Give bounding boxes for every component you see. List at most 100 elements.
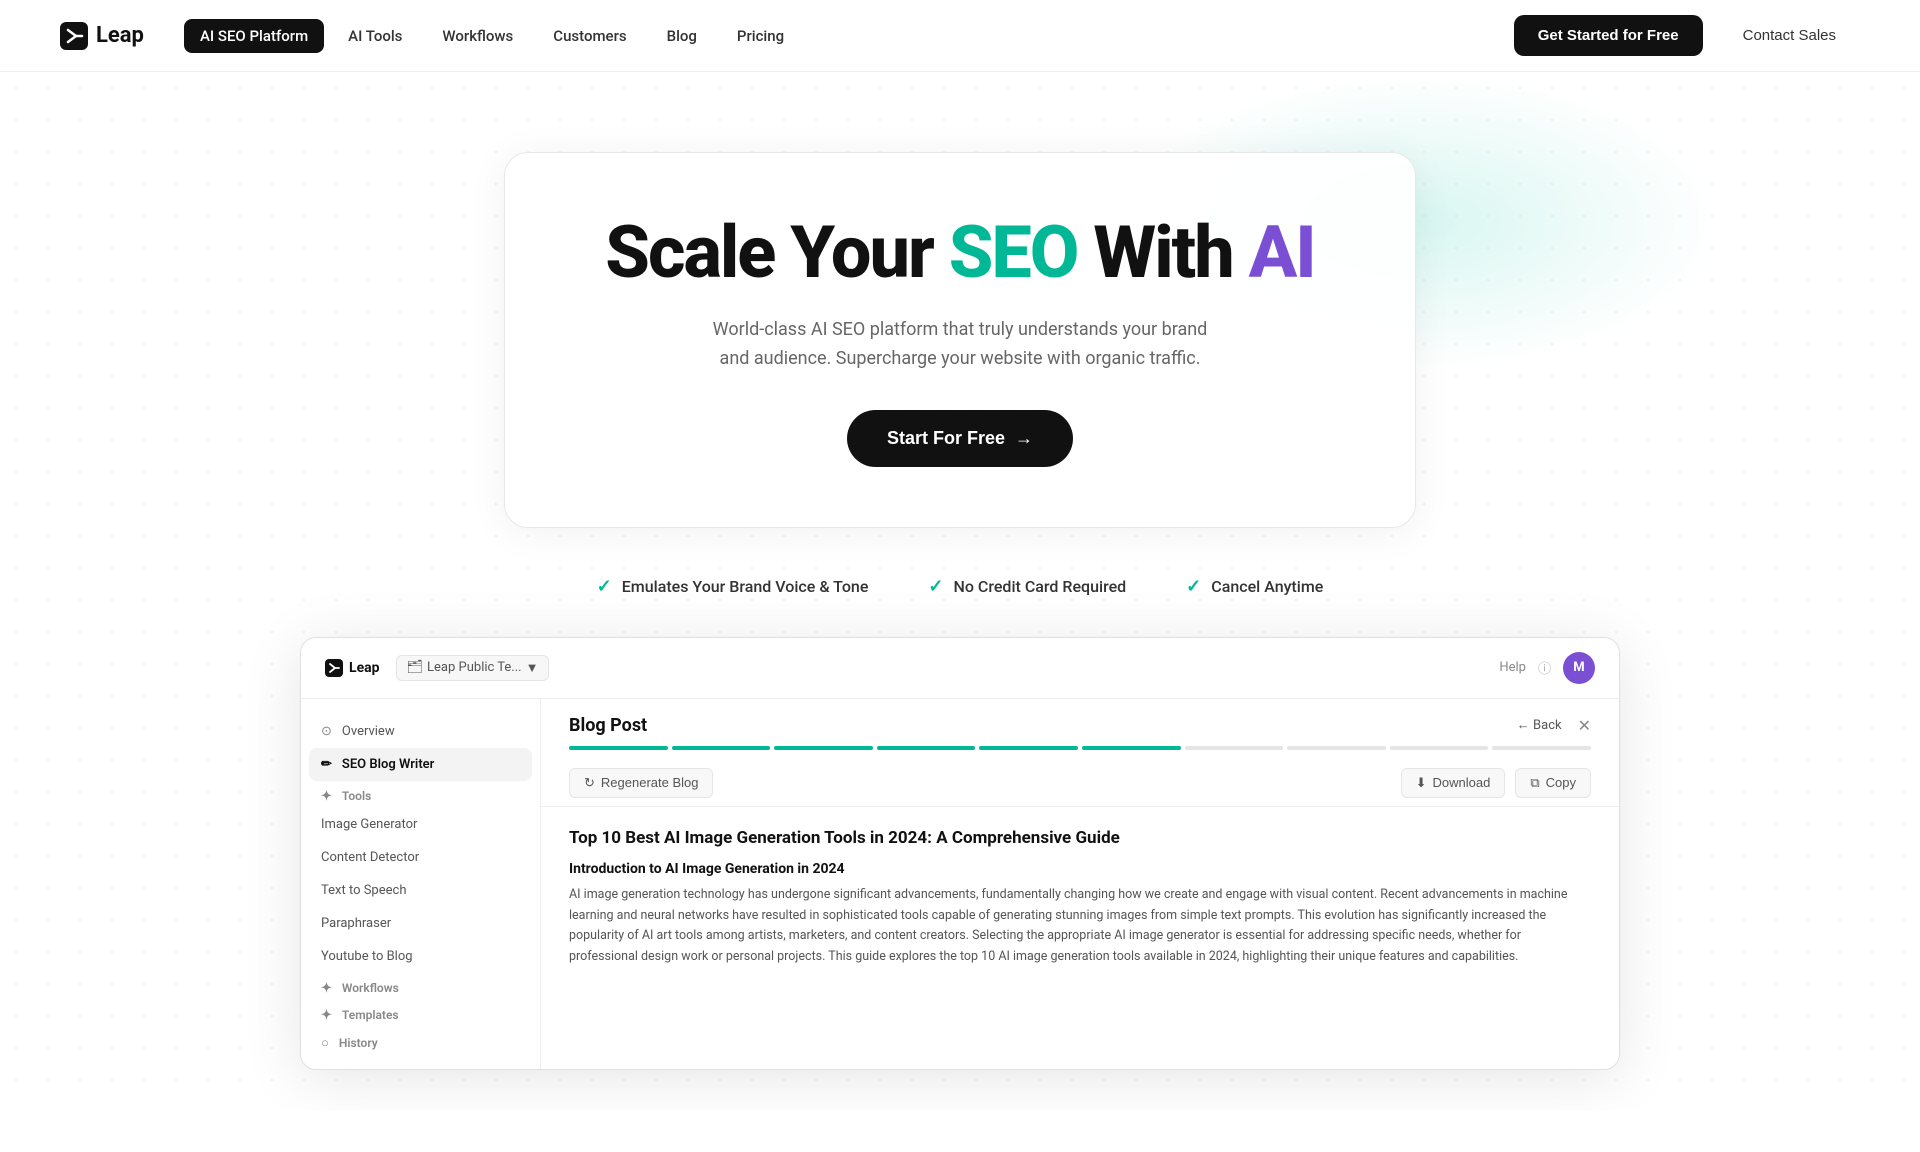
progress-tab-1[interactable] — [672, 746, 771, 750]
nav-item-pricing[interactable]: Pricing — [721, 19, 800, 53]
info-icon: ⓘ — [1538, 658, 1551, 677]
hero-title-part1: Scale Your — [605, 210, 948, 295]
sidebar-overview-label: Overview — [342, 724, 395, 739]
back-button[interactable]: ← Back — [1517, 717, 1562, 733]
check-icon-1: ✓ — [597, 576, 612, 597]
navbar: Leap AI SEO Platform AI Tools Workflows … — [0, 0, 1920, 72]
sidebar-item-image-generator[interactable]: Image Generator — [301, 808, 540, 841]
arrow-icon: → — [1015, 428, 1033, 449]
image-gen-label: Image Generator — [321, 817, 417, 832]
sidebar-section-workflows: ✦ Workflows — [301, 973, 540, 1000]
paraphraser-label: Paraphraser — [321, 916, 391, 931]
progress-tab-6[interactable] — [1185, 746, 1284, 750]
blog-section-title: Introduction to AI Image Generation in 2… — [569, 861, 1591, 877]
seo-blog-icon: ✏ — [321, 757, 332, 772]
blog-post-title: Blog Post — [569, 715, 647, 736]
progress-tab-3[interactable] — [877, 746, 976, 750]
hero-title-ai: AI — [1249, 210, 1315, 295]
progress-tab-5[interactable] — [1082, 746, 1181, 750]
blog-toolbar: ↻ Regenerate Blog ⬇ Download ⧉ Copy — [541, 760, 1619, 807]
progress-tabs — [541, 736, 1619, 760]
sidebar-tools-label: Tools — [342, 789, 371, 803]
copy-button[interactable]: ⧉ Copy — [1515, 768, 1591, 798]
sidebar-item-text-to-speech[interactable]: Text to Speech — [301, 874, 540, 907]
progress-tab-2[interactable] — [774, 746, 873, 750]
feature-label-2: No Credit Card Required — [954, 577, 1127, 596]
nav-item-blog[interactable]: Blog — [651, 19, 713, 53]
copy-label: Copy — [1546, 775, 1576, 790]
progress-tab-8[interactable] — [1390, 746, 1489, 750]
hero-title-seo: SEO — [949, 210, 1078, 295]
workflows-icon: ✦ — [321, 981, 332, 996]
nav-item-customers[interactable]: Customers — [537, 19, 642, 53]
feature-cancel-anytime: ✓ Cancel Anytime — [1186, 576, 1323, 597]
tools-icon: ✦ — [321, 789, 332, 804]
progress-tab-4[interactable] — [979, 746, 1078, 750]
app-main: Blog Post ← Back ✕ ↻ Regenerate Blog — [541, 699, 1619, 1069]
progress-tab-0[interactable] — [569, 746, 668, 750]
text-to-speech-label: Text to Speech — [321, 883, 406, 898]
sidebar-history-label: History — [339, 1036, 378, 1050]
sidebar-seo-label: SEO Blog Writer — [342, 757, 434, 772]
app-logo: Leap — [325, 659, 380, 677]
hero-card: Scale Your SEO With AI World-class AI SE… — [504, 152, 1415, 528]
close-button[interactable]: ✕ — [1578, 716, 1591, 735]
hero-title-part2: With — [1077, 210, 1248, 295]
content-detector-label: Content Detector — [321, 850, 419, 865]
breadcrumb-chevron: ▼ — [526, 660, 539, 676]
feature-label-3: Cancel Anytime — [1211, 577, 1323, 596]
get-started-button[interactable]: Get Started for Free — [1514, 15, 1703, 56]
download-label: Download — [1433, 775, 1491, 790]
features-row: ✓ Emulates Your Brand Voice & Tone ✓ No … — [597, 576, 1324, 597]
templates-icon: ✦ — [321, 1008, 332, 1023]
nav-item-ai-tools[interactable]: AI Tools — [332, 19, 418, 53]
progress-tab-7[interactable] — [1287, 746, 1386, 750]
app-screenshot: Leap 🗂 Leap Public Te... ▼ Help ⓘ M ⊙ — [300, 637, 1620, 1070]
app-header: Leap 🗂 Leap Public Te... ▼ Help ⓘ M — [301, 638, 1619, 699]
download-icon: ⬇ — [1416, 775, 1427, 791]
regenerate-icon: ↻ — [584, 775, 595, 791]
sidebar-section-tools: ✦ Tools — [301, 781, 540, 808]
avatar: M — [1563, 652, 1595, 684]
navbar-left: Leap AI SEO Platform AI Tools Workflows … — [60, 19, 800, 53]
start-free-button[interactable]: Start For Free → — [847, 410, 1073, 467]
nav-links: AI SEO Platform AI Tools Workflows Custo… — [184, 19, 800, 53]
sidebar-item-content-detector[interactable]: Content Detector — [301, 841, 540, 874]
overview-icon: ⊙ — [321, 724, 332, 739]
app-header-left: Leap 🗂 Leap Public Te... ▼ — [325, 655, 549, 681]
regenerate-blog-button[interactable]: ↻ Regenerate Blog — [569, 768, 713, 798]
blog-post-header: Blog Post ← Back ✕ — [541, 699, 1619, 736]
contact-sales-button[interactable]: Contact Sales — [1719, 15, 1860, 56]
logo[interactable]: Leap — [60, 22, 144, 50]
hero-title: Scale Your SEO With AI — [605, 213, 1314, 292]
copy-icon: ⧉ — [1530, 775, 1539, 791]
feature-brand-voice: ✓ Emulates Your Brand Voice & Tone — [597, 576, 869, 597]
sidebar-item-seo-blog-writer[interactable]: ✏ SEO Blog Writer — [309, 748, 532, 781]
check-icon-3: ✓ — [1186, 576, 1201, 597]
sidebar-item-overview[interactable]: ⊙ Overview — [301, 715, 540, 748]
youtube-to-blog-label: Youtube to Blog — [321, 949, 413, 964]
history-icon: ○ — [321, 1035, 329, 1051]
logo-icon — [60, 22, 88, 50]
hero-section: Scale Your SEO With AI World-class AI SE… — [0, 72, 1920, 1110]
blog-article-title: Top 10 Best AI Image Generation Tools in… — [569, 827, 1591, 849]
sidebar-item-paraphraser[interactable]: Paraphraser — [301, 907, 540, 940]
app-logo-icon — [325, 659, 343, 677]
app-breadcrumb[interactable]: 🗂 Leap Public Te... ▼ — [396, 655, 550, 681]
help-text: Help — [1499, 660, 1526, 675]
blog-content: Top 10 Best AI Image Generation Tools in… — [541, 807, 1619, 1069]
blog-article-text: AI image generation technology has under… — [569, 885, 1591, 968]
logo-text: Leap — [96, 23, 144, 48]
nav-item-ai-seo-platform[interactable]: AI SEO Platform — [184, 19, 324, 53]
nav-item-workflows[interactable]: Workflows — [426, 19, 529, 53]
progress-tab-9[interactable] — [1492, 746, 1591, 750]
app-header-right: Help ⓘ M — [1499, 652, 1595, 684]
breadcrumb-text: Leap Public Te... — [427, 660, 522, 675]
sidebar-item-youtube-to-blog[interactable]: Youtube to Blog — [301, 940, 540, 973]
hero-subtitle: World-class AI SEO platform that truly u… — [710, 316, 1210, 374]
sidebar-section-templates: ✦ Templates — [301, 1000, 540, 1027]
blog-post-actions: ← Back ✕ — [1517, 716, 1591, 735]
download-button[interactable]: ⬇ Download — [1401, 768, 1506, 798]
check-icon-2: ✓ — [928, 576, 943, 597]
sidebar-workflows-label: Workflows — [342, 981, 399, 995]
